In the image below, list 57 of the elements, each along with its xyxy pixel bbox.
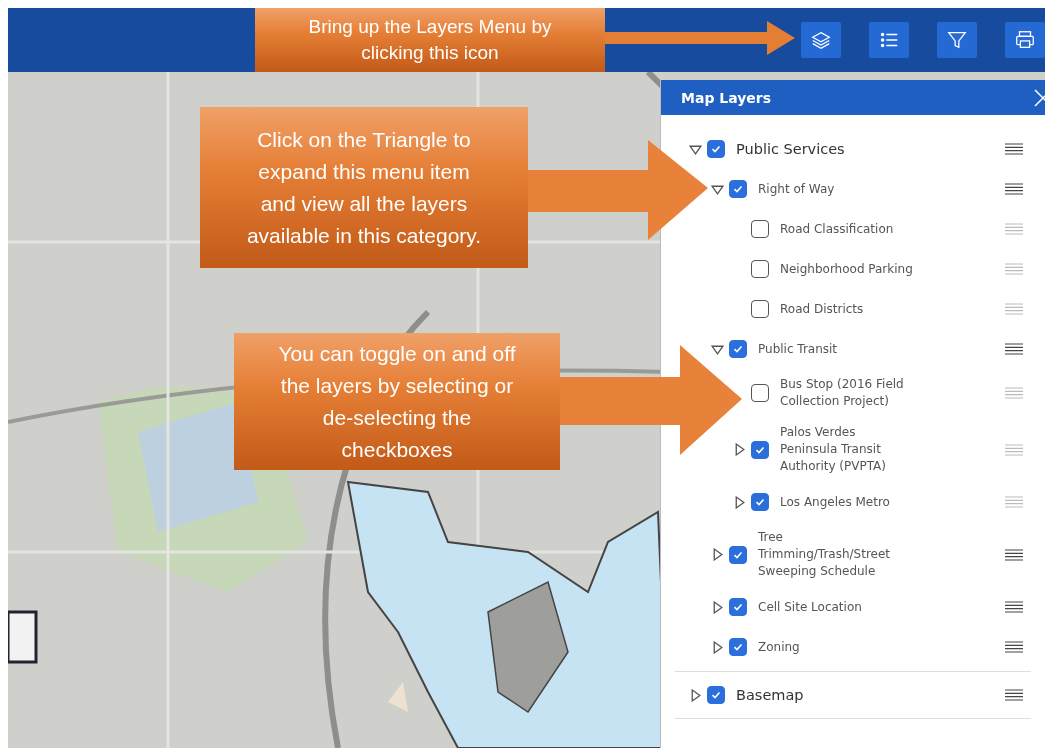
filter-icon <box>946 29 968 51</box>
layer-name: Basemap <box>736 686 805 704</box>
layer-menu-icon[interactable] <box>1005 183 1023 195</box>
layer-name: Los Angeles Metro <box>780 493 891 511</box>
layer-menu-icon[interactable] <box>1005 143 1023 155</box>
filter-button[interactable] <box>937 22 977 58</box>
layer-name: Road Classification <box>780 220 895 238</box>
print-button[interactable] <box>1005 22 1045 58</box>
callout-text: Click on the Triangle to expand this menu item and view all the layers available in this category. <box>200 107 528 268</box>
layer-checkbox[interactable] <box>751 220 769 238</box>
layer-checkbox[interactable] <box>751 384 769 402</box>
layer-checkbox[interactable] <box>751 260 769 278</box>
callout-text: You can toggle on and off the layers by selecting or de-selecting the checkboxes <box>234 333 560 470</box>
callout-text: Bring up the Layers Menu by clicking this icon <box>255 8 605 72</box>
layer-checkbox[interactable] <box>729 598 747 616</box>
layers-icon <box>810 29 832 51</box>
checkmark-icon <box>732 641 744 653</box>
layer-menu-icon[interactable] <box>1005 689 1023 701</box>
panel-title: Map Layers <box>681 89 772 106</box>
layer-checkbox[interactable] <box>751 440 769 459</box>
layer-name: Public Services <box>736 140 846 158</box>
layer-checkbox[interactable] <box>751 493 769 511</box>
layer-menu-icon[interactable] <box>1005 548 1023 561</box>
expand-triangle-icon[interactable] <box>711 640 724 654</box>
layer-checkbox[interactable] <box>707 686 725 704</box>
layer-name: Bus Stop (2016 Field Collection Project) <box>780 376 905 410</box>
layer-name: Neighborhood Parking <box>780 260 914 278</box>
checkmark-icon <box>754 496 766 508</box>
checkmark-icon <box>732 183 744 195</box>
layer-checkbox[interactable] <box>729 638 747 656</box>
expand-triangle-icon[interactable] <box>733 495 746 509</box>
layer-checkbox[interactable] <box>729 340 747 358</box>
expand-triangle-icon[interactable] <box>689 688 702 702</box>
layer-name: Right of Way <box>758 180 836 198</box>
layers-button[interactable] <box>801 22 841 58</box>
layer-name: Palos Verdes Peninsula Transit Authority (PVPTA) <box>780 424 887 475</box>
checkmark-icon <box>732 601 744 613</box>
layer-menu-icon[interactable] <box>1005 641 1023 653</box>
layer-checkbox[interactable] <box>751 300 769 318</box>
layer-checkbox[interactable] <box>729 545 747 564</box>
legend-button[interactable] <box>869 22 909 58</box>
layer-name: Cell Site Location <box>758 598 863 616</box>
checkmark-icon <box>710 143 722 155</box>
expand-triangle-icon[interactable] <box>733 443 746 456</box>
printer-icon <box>1014 29 1036 51</box>
layer-name: Public Transit <box>758 340 839 358</box>
layer-menu-icon[interactable] <box>1005 601 1023 613</box>
checkmark-icon <box>710 689 722 701</box>
layer-menu-icon[interactable] <box>1005 343 1023 355</box>
layer-name: Tree Trimming/Trash/Street Sweeping Schedule <box>758 529 892 580</box>
layer-name: Road Districts <box>780 300 865 318</box>
expand-triangle-icon[interactable] <box>711 548 724 561</box>
layer-checkbox[interactable] <box>707 140 725 158</box>
layer-checkbox[interactable] <box>729 180 747 198</box>
layer-name: Zoning <box>758 638 801 656</box>
expand-triangle-icon[interactable] <box>711 600 724 614</box>
checkmark-icon <box>732 343 744 355</box>
